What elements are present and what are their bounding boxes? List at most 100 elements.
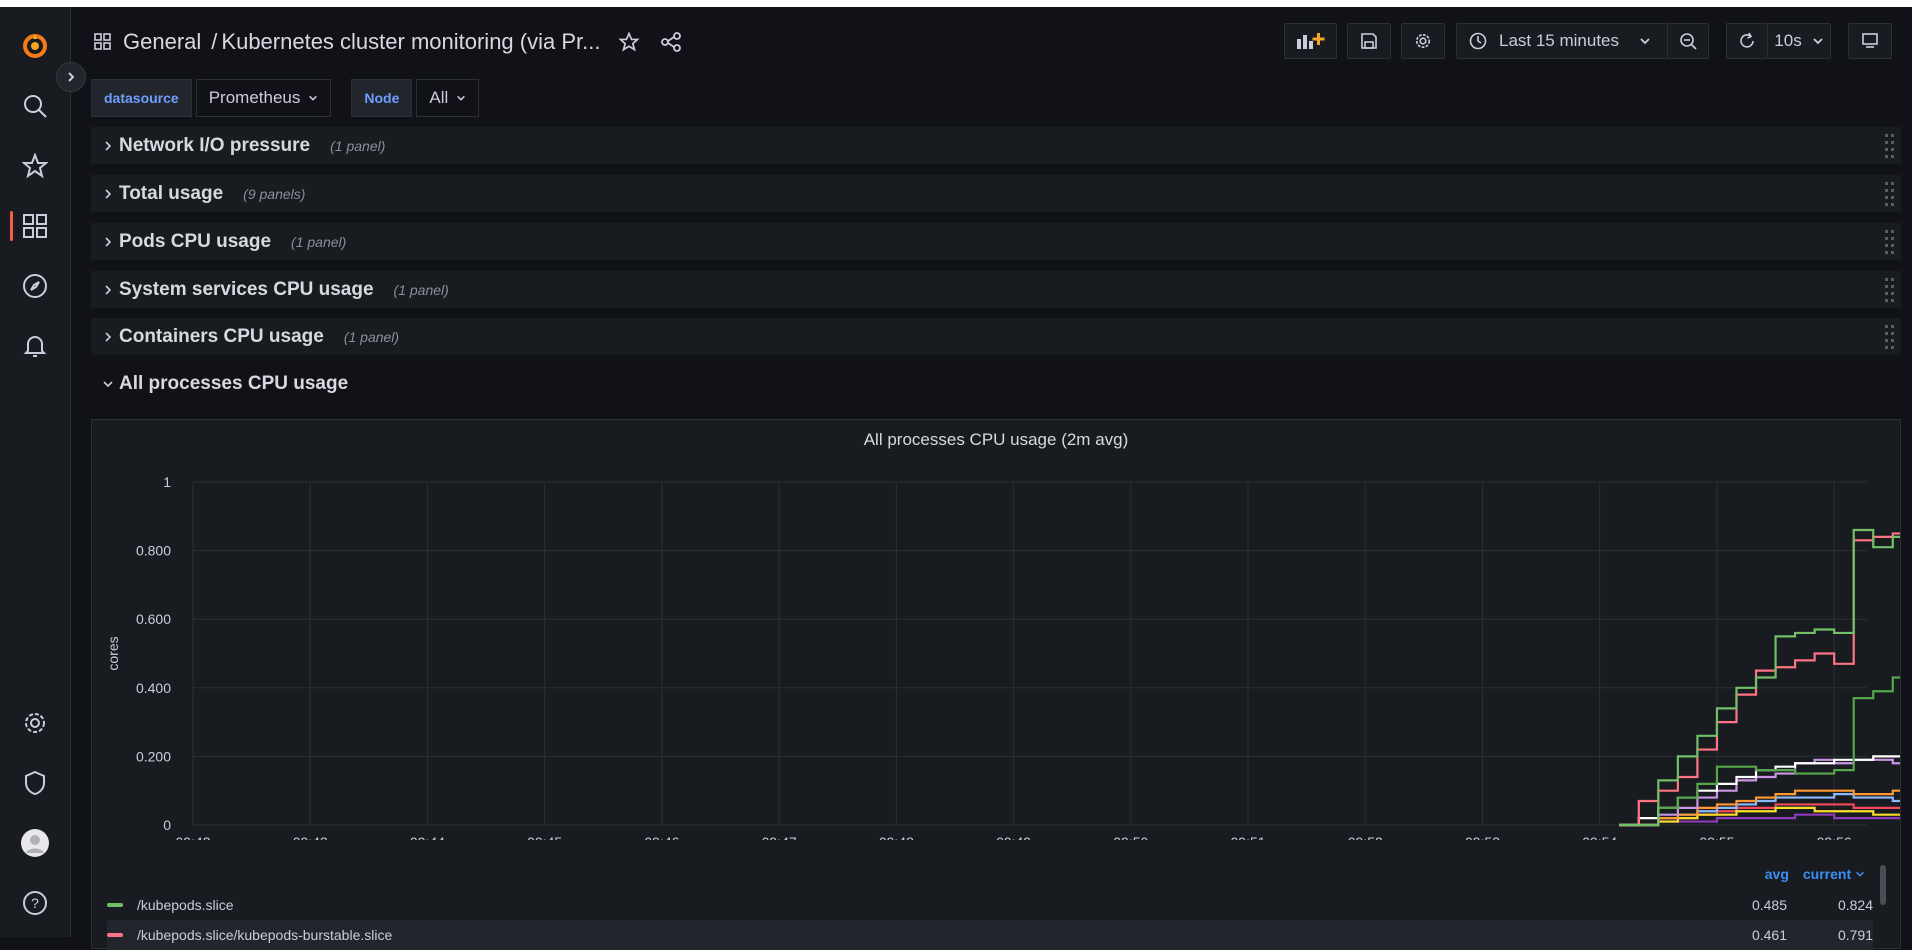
y-tick-label: 0.400 bbox=[136, 680, 171, 696]
save-dashboard-button[interactable] bbox=[1347, 23, 1391, 59]
node-select[interactable]: All bbox=[416, 79, 480, 117]
y-tick-label: 0.600 bbox=[136, 611, 171, 627]
variable-label-node: Node bbox=[351, 79, 413, 117]
legend-item[interactable]: /kubepods.slice/kubepods-burstable.slice… bbox=[107, 920, 1873, 950]
add-panel-icon bbox=[1296, 33, 1324, 49]
chevron-down-icon bbox=[309, 95, 318, 101]
chevron-down-icon bbox=[103, 380, 113, 387]
x-tick-label: 09:48 bbox=[879, 834, 914, 840]
cpu-usage-chart[interactable]: 0 0.200 0.400 0.600 0.800 1 09:42 09:43 09:44 09:… bbox=[92, 420, 1900, 840]
tv-mode-button[interactable] bbox=[1848, 23, 1892, 59]
legend-swatch bbox=[107, 903, 123, 907]
dashboard-title[interactable]: Kubernetes cluster monitoring (via Pr... bbox=[221, 29, 600, 55]
zoom-out-button[interactable] bbox=[1667, 23, 1709, 59]
row-title: Containers CPU usage bbox=[119, 325, 324, 347]
row-panel-count: (1 panel) bbox=[330, 137, 386, 154]
add-panel-button[interactable] bbox=[1284, 23, 1337, 59]
legend-header: avg current bbox=[1765, 866, 1865, 882]
svg-text:?: ? bbox=[31, 895, 39, 911]
y-tick-label: 1 bbox=[163, 474, 171, 490]
series-line bbox=[1619, 528, 1900, 827]
chevron-right-icon bbox=[68, 72, 75, 82]
legend-avg-value: 0.461 bbox=[1751, 927, 1787, 943]
x-tick-label: 09:50 bbox=[1113, 834, 1148, 840]
legend-series-name: /kubepods.slice bbox=[137, 897, 234, 913]
refresh-interval-label: 10s bbox=[1774, 31, 1802, 50]
breadcrumb-separator: / bbox=[211, 29, 218, 54]
row-pods-cpu-usage[interactable]: Pods CPU usage (1 panel) bbox=[91, 223, 1901, 260]
drag-handle-icon[interactable] bbox=[1885, 325, 1895, 349]
legend-swatch bbox=[107, 933, 123, 937]
row-title: System services CPU usage bbox=[119, 278, 374, 300]
dashboard-header: General / Kubernetes cluster monitoring … bbox=[93, 27, 682, 57]
row-title: Pods CPU usage bbox=[119, 230, 272, 252]
dashboard-settings-button[interactable] bbox=[1401, 23, 1445, 59]
y-tick-label: 0.800 bbox=[136, 543, 171, 559]
gear-icon bbox=[1415, 33, 1431, 49]
row-total-usage[interactable]: Total usage (9 panels) bbox=[91, 175, 1901, 212]
gear-icon[interactable] bbox=[20, 708, 50, 738]
time-range-picker[interactable]: Last 15 minutes bbox=[1456, 23, 1668, 59]
chevron-down-icon bbox=[1640, 38, 1650, 45]
expand-nav-button[interactable] bbox=[56, 62, 86, 92]
drag-handle-icon[interactable] bbox=[1885, 182, 1895, 206]
variable-label-datasource: datasource bbox=[91, 79, 192, 117]
x-tick-label: 09:45 bbox=[527, 834, 562, 840]
y-tick-label: 0.200 bbox=[136, 748, 171, 764]
explore-icon[interactable] bbox=[20, 271, 50, 301]
zoom-out-icon bbox=[1680, 33, 1697, 50]
legend-avg-value: 0.485 bbox=[1751, 897, 1787, 913]
row-all-processes-cpu-usage[interactable]: All processes CPU usage bbox=[91, 365, 1901, 402]
legend-col-current[interactable]: current bbox=[1803, 866, 1865, 882]
row-system-services-cpu-usage[interactable]: System services CPU usage (1 panel) bbox=[91, 271, 1901, 308]
x-tick-label: 09:53 bbox=[1465, 834, 1500, 840]
legend-current-value: 0.824 bbox=[1837, 897, 1873, 913]
monitor-icon bbox=[1862, 33, 1878, 48]
share-icon[interactable] bbox=[660, 31, 682, 53]
legend-series-name: /kubepods.slice/kubepods-burstable.slice bbox=[137, 927, 393, 943]
legend-scrollbar[interactable] bbox=[1880, 865, 1886, 905]
star-icon[interactable] bbox=[20, 151, 50, 181]
main-content: General / Kubernetes cluster monitoring … bbox=[71, 7, 1912, 950]
series-line bbox=[1619, 806, 1900, 827]
avatar[interactable] bbox=[20, 828, 50, 858]
chevron-right-icon bbox=[105, 284, 112, 295]
node-select-value: All bbox=[429, 88, 449, 107]
row-network-io-pressure[interactable]: Network I/O pressure (1 panel) bbox=[91, 127, 1901, 164]
datasource-select[interactable]: Prometheus bbox=[195, 79, 332, 117]
x-tick-label: 09:43 bbox=[293, 834, 328, 840]
dashboards-icon[interactable] bbox=[20, 211, 50, 241]
drag-handle-icon[interactable] bbox=[1885, 230, 1895, 254]
breadcrumb-folder[interactable]: General bbox=[123, 29, 201, 55]
x-tick-label: 09:42 bbox=[175, 834, 210, 840]
datasource-select-value: Prometheus bbox=[208, 88, 301, 107]
chevron-down-icon bbox=[1856, 871, 1864, 877]
row-title: All processes CPU usage bbox=[119, 372, 349, 394]
side-nav: ? bbox=[0, 7, 71, 937]
x-tick-label: 09:56 bbox=[1817, 834, 1852, 840]
legend-item[interactable]: /kubepods.slice 0.485 0.824 bbox=[107, 890, 1873, 920]
x-tick-label: 09:51 bbox=[1231, 834, 1266, 840]
grafana-logo-icon[interactable] bbox=[20, 31, 50, 61]
shield-icon[interactable] bbox=[20, 768, 50, 798]
drag-handle-icon[interactable] bbox=[1885, 278, 1895, 302]
x-tick-label: 09:55 bbox=[1699, 834, 1734, 840]
series-line bbox=[1619, 813, 1900, 827]
search-icon[interactable] bbox=[20, 91, 50, 121]
refresh-interval-picker[interactable]: 10s bbox=[1767, 23, 1831, 59]
refresh-button[interactable] bbox=[1726, 23, 1768, 59]
help-icon[interactable]: ? bbox=[20, 888, 50, 918]
clock-icon bbox=[1469, 32, 1487, 50]
y-axis-label: cores bbox=[105, 636, 121, 670]
drag-handle-icon[interactable] bbox=[1885, 134, 1895, 158]
legend-col-avg[interactable]: avg bbox=[1765, 866, 1789, 882]
x-tick-label: 09:47 bbox=[762, 834, 797, 840]
row-containers-cpu-usage[interactable]: Containers CPU usage (1 panel) bbox=[91, 318, 1901, 355]
dashboard-grid-icon bbox=[94, 33, 111, 50]
x-tick-label: 09:44 bbox=[410, 834, 445, 840]
x-tick-label: 09:54 bbox=[1582, 834, 1617, 840]
nav-active-indicator bbox=[10, 211, 13, 241]
star-icon[interactable] bbox=[618, 31, 641, 53]
legend-current-value: 0.791 bbox=[1837, 927, 1873, 943]
alert-bell-icon[interactable] bbox=[20, 331, 50, 361]
